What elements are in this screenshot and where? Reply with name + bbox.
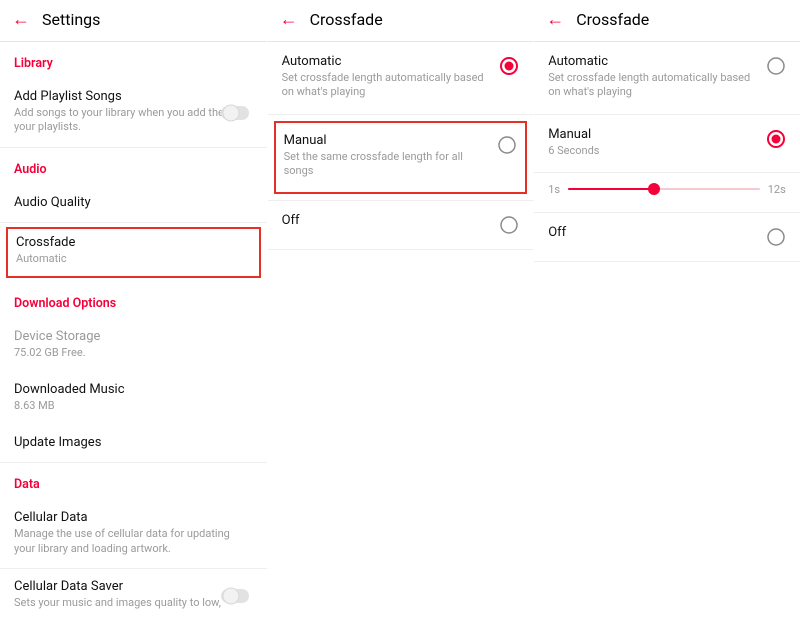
crossfade1-manual-title: Manual: [284, 133, 488, 148]
crossfade1-automatic-sub: Set crossfade length automatically based…: [282, 71, 490, 100]
crossfade-sub: Automatic: [16, 252, 251, 266]
cellular-data-saver-row[interactable]: Cellular Data Saver Sets your music and …: [0, 569, 267, 622]
radio-unselected-icon[interactable]: [497, 135, 517, 155]
crossfade-title: Crossfade: [16, 235, 251, 250]
crossfade2-header: ← Crossfade: [534, 0, 800, 42]
crossfade2-title: Crossfade: [576, 10, 649, 29]
crossfade2-automatic-title: Automatic: [548, 54, 756, 69]
audio-quality-row[interactable]: Audio Quality: [0, 185, 267, 223]
crossfade-row-highlighted[interactable]: Crossfade Automatic: [6, 227, 261, 278]
crossfade2-manual-row[interactable]: Manual 6 Seconds: [534, 115, 800, 173]
cellular-data-saver-title: Cellular Data Saver: [14, 579, 253, 594]
slider-fill: [568, 188, 654, 190]
radio-unselected-icon[interactable]: [766, 227, 786, 247]
crossfade1-manual-row-highlighted[interactable]: Manual Set the same crossfade length for…: [274, 121, 528, 195]
crossfade1-automatic-row[interactable]: Automatic Set crossfade length automatic…: [268, 42, 534, 115]
slider-thumb-icon[interactable]: [648, 183, 660, 195]
radio-unselected-icon[interactable]: [499, 215, 519, 235]
device-storage-sub: 75.02 GB Free.: [14, 346, 253, 360]
settings-title: Settings: [42, 10, 100, 29]
device-storage-row[interactable]: Device Storage 75.02 GB Free.: [0, 319, 267, 372]
section-data-title: Data: [0, 463, 267, 500]
crossfade1-header: ← Crossfade: [268, 0, 534, 42]
back-arrow-icon[interactable]: ←: [546, 11, 564, 29]
back-arrow-icon[interactable]: ←: [280, 11, 298, 29]
add-playlist-title: Add Playlist Songs: [14, 89, 253, 104]
audio-quality-title: Audio Quality: [14, 195, 253, 210]
slider-min-label: 1s: [548, 183, 560, 196]
crossfade1-off-title: Off: [282, 213, 490, 228]
cellular-data-title: Cellular Data: [14, 510, 253, 525]
crossfade2-manual-sub: 6 Seconds: [548, 144, 756, 158]
back-arrow-icon[interactable]: ←: [12, 11, 30, 29]
add-playlist-toggle[interactable]: [221, 104, 253, 122]
crossfade1-manual-sub: Set the same crossfade length for all so…: [284, 150, 488, 179]
crossfade2-manual-title: Manual: [548, 127, 756, 142]
crossfade2-automatic-sub: Set crossfade length automatically based…: [548, 71, 756, 100]
downloaded-music-title: Downloaded Music: [14, 382, 253, 397]
crossfade1-title: Crossfade: [310, 10, 383, 29]
add-playlist-songs-row[interactable]: Add Playlist Songs Add songs to your lib…: [0, 79, 267, 148]
crossfade-slider-track[interactable]: [568, 188, 760, 190]
three-panel-layout: ← Settings Library Add Playlist Songs Ad…: [0, 0, 800, 531]
crossfade1-off-row[interactable]: Off: [268, 201, 534, 250]
update-images-title: Update Images: [14, 435, 253, 450]
crossfade2-slider-row[interactable]: 1s 12s: [534, 173, 800, 213]
crossfade1-automatic-title: Automatic: [282, 54, 490, 69]
radio-unselected-icon[interactable]: [766, 56, 786, 76]
cellular-data-sub: Manage the use of cellular data for upda…: [14, 527, 253, 556]
crossfade2-off-row[interactable]: Off: [534, 213, 800, 262]
crossfade2-off-title: Off: [548, 225, 756, 240]
settings-header: ← Settings: [0, 0, 267, 42]
downloaded-music-row[interactable]: Downloaded Music 8.63 MB: [0, 372, 267, 425]
section-download-title: Download Options: [0, 282, 267, 319]
crossfade2-automatic-row[interactable]: Automatic Set crossfade length automatic…: [534, 42, 800, 115]
slider-max-label: 12s: [768, 183, 786, 196]
cellular-data-saver-toggle[interactable]: [221, 587, 253, 605]
section-library-title: Library: [0, 42, 267, 79]
section-audio-title: Audio: [0, 148, 267, 185]
add-playlist-sub: Add songs to your library when you add t…: [14, 106, 253, 135]
crossfade-panel-2: ← Crossfade Automatic Set crossfade leng…: [533, 0, 800, 531]
radio-selected-icon[interactable]: [766, 129, 786, 149]
radio-selected-icon[interactable]: [499, 56, 519, 76]
downloaded-music-sub: 8.63 MB: [14, 399, 253, 413]
cellular-data-saver-sub: Sets your music and images quality to lo…: [14, 596, 253, 610]
device-storage-title: Device Storage: [14, 329, 253, 344]
update-images-row[interactable]: Update Images: [0, 425, 267, 463]
settings-panel: ← Settings Library Add Playlist Songs Ad…: [0, 0, 267, 531]
crossfade-panel-1: ← Crossfade Automatic Set crossfade leng…: [267, 0, 534, 531]
cellular-data-row[interactable]: Cellular Data Manage the use of cellular…: [0, 500, 267, 569]
